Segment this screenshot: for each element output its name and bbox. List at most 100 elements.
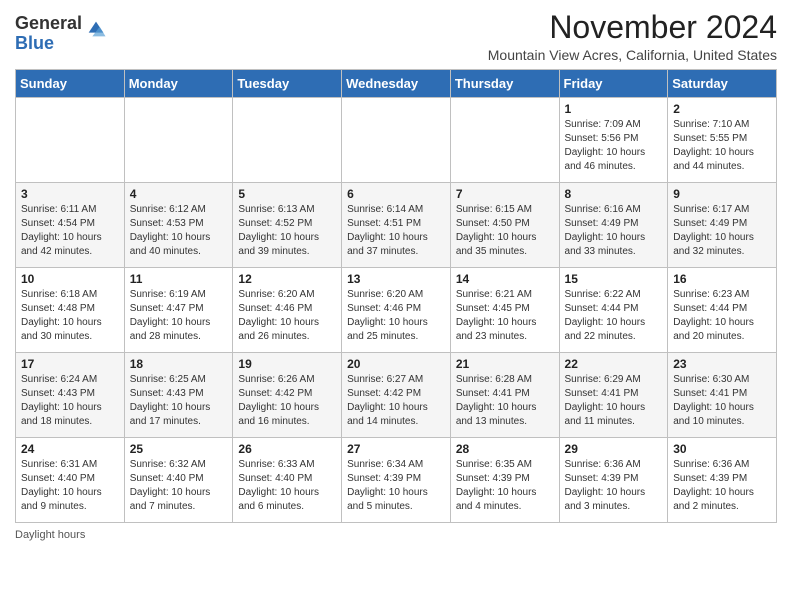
day-number: 3 [21, 187, 119, 201]
day-info: Sunrise: 6:27 AM Sunset: 4:42 PM Dayligh… [347, 373, 445, 429]
calendar-cell: 1Sunrise: 7:09 AM Sunset: 5:56 PM Daylig… [559, 98, 668, 183]
calendar-cell: 8 Sunrise: 6:16 AM Sunset: 4:49 PM Daylig… [559, 183, 668, 268]
day-info: Sunrise: 6:36 AM Sunset: 4:39 PM Dayligh… [565, 458, 663, 514]
calendar-week-row: 10 Sunrise: 6:18 AM Sunset: 4:48 PM Dayli… [16, 268, 777, 353]
calendar-header-sunday: Sunday [16, 70, 125, 98]
calendar-header-row: SundayMondayTuesdayWednesdayThursdayFrid… [16, 70, 777, 98]
day-info: Sunrise: 6:33 AM Sunset: 4:40 PM Dayligh… [238, 458, 336, 514]
calendar-table: SundayMondayTuesdayWednesdayThursdayFrid… [15, 69, 777, 523]
calendar-cell: 12Sunrise: 6:20 AM Sunset: 4:46 PM Dayli… [233, 268, 342, 353]
calendar-week-row: 24 Sunrise: 6:31 AM Sunset: 4:40 PM Dayli… [16, 438, 777, 523]
day-number: 29 [565, 442, 663, 456]
calendar-week-row: 1Sunrise: 7:09 AM Sunset: 5:56 PM Daylig… [16, 98, 777, 183]
calendar-cell: 6Sunrise: 6:14 AM Sunset: 4:51 PM Daylig… [342, 183, 451, 268]
day-number: 8 [565, 187, 663, 201]
day-number: 20 [347, 357, 445, 371]
calendar-cell: 30Sunrise: 6:36 AM Sunset: 4:39 PM Dayli… [668, 438, 777, 523]
day-number: 25 [130, 442, 228, 456]
day-number: 14 [456, 272, 554, 286]
day-number: 4 [130, 187, 228, 201]
calendar-cell: 2 Sunrise: 7:10 AM Sunset: 5:55 PM Daylig… [668, 98, 777, 183]
day-info: Sunrise: 6:20 AM Sunset: 4:46 PM Dayligh… [347, 288, 445, 344]
calendar-cell: 14 Sunrise: 6:21 AM Sunset: 4:45 PM Dayli… [450, 268, 559, 353]
day-info: Sunrise: 6:12 AM Sunset: 4:53 PM Dayligh… [130, 203, 228, 259]
day-number: 21 [456, 357, 554, 371]
day-info: Sunrise: 6:34 AM Sunset: 4:39 PM Dayligh… [347, 458, 445, 514]
day-number: 26 [238, 442, 336, 456]
footer-note: Daylight hours [15, 529, 777, 541]
day-number: 2 [673, 102, 771, 116]
day-number: 10 [21, 272, 119, 286]
day-number: 1 [565, 102, 663, 116]
calendar-cell: 26 Sunrise: 6:33 AM Sunset: 4:40 PM Dayli… [233, 438, 342, 523]
calendar-header-friday: Friday [559, 70, 668, 98]
calendar-header-wednesday: Wednesday [342, 70, 451, 98]
calendar-cell: 23Sunrise: 6:30 AM Sunset: 4:41 PM Dayli… [668, 353, 777, 438]
day-number: 24 [21, 442, 119, 456]
calendar-cell: 19 Sunrise: 6:26 AM Sunset: 4:42 PM Dayli… [233, 353, 342, 438]
day-number: 13 [347, 272, 445, 286]
day-info: Sunrise: 6:13 AM Sunset: 4:52 PM Dayligh… [238, 203, 336, 259]
day-info: Sunrise: 6:30 AM Sunset: 4:41 PM Dayligh… [673, 373, 771, 429]
day-info: Sunrise: 6:31 AM Sunset: 4:40 PM Dayligh… [21, 458, 119, 514]
day-number: 22 [565, 357, 663, 371]
calendar-cell [342, 98, 451, 183]
day-info: Sunrise: 7:10 AM Sunset: 5:55 PM Dayligh… [673, 118, 771, 174]
calendar-cell: 11Sunrise: 6:19 AM Sunset: 4:47 PM Dayli… [124, 268, 233, 353]
day-number: 17 [21, 357, 119, 371]
day-number: 7 [456, 187, 554, 201]
day-info: Sunrise: 6:26 AM Sunset: 4:42 PM Dayligh… [238, 373, 336, 429]
calendar-cell: 25 Sunrise: 6:32 AM Sunset: 4:40 PM Dayli… [124, 438, 233, 523]
day-info: Sunrise: 6:25 AM Sunset: 4:43 PM Dayligh… [130, 373, 228, 429]
calendar-cell: 13 Sunrise: 6:20 AM Sunset: 4:46 PM Dayli… [342, 268, 451, 353]
calendar-cell: 22 Sunrise: 6:29 AM Sunset: 4:41 PM Dayli… [559, 353, 668, 438]
day-number: 16 [673, 272, 771, 286]
calendar-cell: 17 Sunrise: 6:24 AM Sunset: 4:43 PM Dayli… [16, 353, 125, 438]
day-info: Sunrise: 6:23 AM Sunset: 4:44 PM Dayligh… [673, 288, 771, 344]
calendar-cell: 15Sunrise: 6:22 AM Sunset: 4:44 PM Dayli… [559, 268, 668, 353]
day-info: Sunrise: 6:35 AM Sunset: 4:39 PM Dayligh… [456, 458, 554, 514]
day-info: Sunrise: 6:11 AM Sunset: 4:54 PM Dayligh… [21, 203, 119, 259]
calendar-cell: 5 Sunrise: 6:13 AM Sunset: 4:52 PM Daylig… [233, 183, 342, 268]
day-number: 5 [238, 187, 336, 201]
day-info: Sunrise: 6:19 AM Sunset: 4:47 PM Dayligh… [130, 288, 228, 344]
page-header: General Blue November 2024 Mountain View… [15, 10, 777, 63]
calendar-week-row: 17 Sunrise: 6:24 AM Sunset: 4:43 PM Dayli… [16, 353, 777, 438]
day-info: Sunrise: 6:16 AM Sunset: 4:49 PM Dayligh… [565, 203, 663, 259]
day-info: Sunrise: 6:20 AM Sunset: 4:46 PM Dayligh… [238, 288, 336, 344]
calendar-cell: 29 Sunrise: 6:36 AM Sunset: 4:39 PM Dayli… [559, 438, 668, 523]
day-number: 9 [673, 187, 771, 201]
calendar-cell [124, 98, 233, 183]
calendar-cell [233, 98, 342, 183]
calendar-cell: 21 Sunrise: 6:28 AM Sunset: 4:41 PM Dayli… [450, 353, 559, 438]
calendar-header-saturday: Saturday [668, 70, 777, 98]
day-info: Sunrise: 6:36 AM Sunset: 4:39 PM Dayligh… [673, 458, 771, 514]
day-info: Sunrise: 6:29 AM Sunset: 4:41 PM Dayligh… [565, 373, 663, 429]
day-number: 27 [347, 442, 445, 456]
day-info: Sunrise: 6:24 AM Sunset: 4:43 PM Dayligh… [21, 373, 119, 429]
calendar-cell: 28Sunrise: 6:35 AM Sunset: 4:39 PM Dayli… [450, 438, 559, 523]
calendar-cell [450, 98, 559, 183]
calendar-cell: 10 Sunrise: 6:18 AM Sunset: 4:48 PM Dayli… [16, 268, 125, 353]
calendar-cell: 9Sunrise: 6:17 AM Sunset: 4:49 PM Daylig… [668, 183, 777, 268]
day-number: 6 [347, 187, 445, 201]
day-number: 18 [130, 357, 228, 371]
day-info: Sunrise: 6:28 AM Sunset: 4:41 PM Dayligh… [456, 373, 554, 429]
day-info: Sunrise: 6:21 AM Sunset: 4:45 PM Dayligh… [456, 288, 554, 344]
calendar-cell [16, 98, 125, 183]
day-info: Sunrise: 6:32 AM Sunset: 4:40 PM Dayligh… [130, 458, 228, 514]
location-title: Mountain View Acres, California, United … [488, 47, 777, 63]
calendar-cell: 4 Sunrise: 6:12 AM Sunset: 4:53 PM Daylig… [124, 183, 233, 268]
logo-icon [85, 18, 107, 40]
logo-general: General [15, 13, 82, 33]
calendar-cell: 20 Sunrise: 6:27 AM Sunset: 4:42 PM Dayli… [342, 353, 451, 438]
calendar-cell: 3 Sunrise: 6:11 AM Sunset: 4:54 PM Daylig… [16, 183, 125, 268]
calendar-cell: 27 Sunrise: 6:34 AM Sunset: 4:39 PM Dayli… [342, 438, 451, 523]
day-number: 15 [565, 272, 663, 286]
calendar-cell: 18 Sunrise: 6:25 AM Sunset: 4:43 PM Dayli… [124, 353, 233, 438]
day-number: 19 [238, 357, 336, 371]
calendar-header-monday: Monday [124, 70, 233, 98]
calendar-cell: 7Sunrise: 6:15 AM Sunset: 4:50 PM Daylig… [450, 183, 559, 268]
calendar-cell: 16 Sunrise: 6:23 AM Sunset: 4:44 PM Dayli… [668, 268, 777, 353]
day-info: Sunrise: 6:18 AM Sunset: 4:48 PM Dayligh… [21, 288, 119, 344]
